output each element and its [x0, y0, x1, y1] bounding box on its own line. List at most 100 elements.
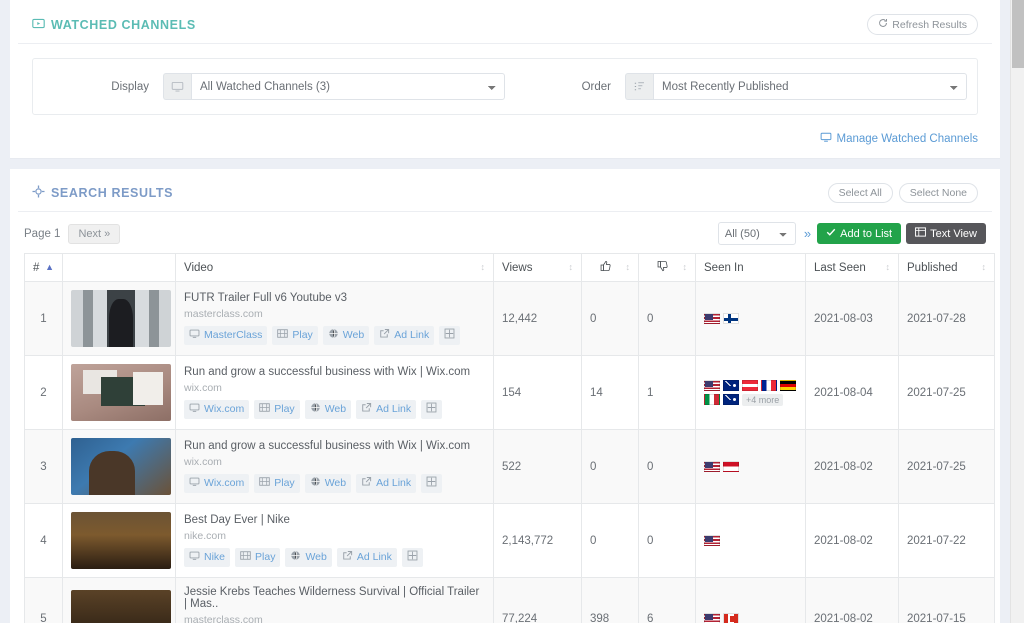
expand-tag[interactable] [439, 326, 460, 345]
column-header-video[interactable]: Video ↕ [176, 254, 494, 282]
published-value: 2021-07-22 [899, 504, 995, 578]
scrollbar-thumb[interactable] [1012, 0, 1024, 68]
column-header-dislikes[interactable]: ↕ [639, 254, 696, 282]
likes-value: 0 [582, 430, 639, 504]
ad-link-tag[interactable]: Ad Link [374, 326, 434, 345]
column-header-thumbnail [63, 254, 176, 282]
channel-tag[interactable]: Wix.com [184, 400, 249, 419]
column-header-num[interactable]: # ▲ [25, 254, 63, 282]
monitor-icon [163, 73, 191, 100]
monitor-icon [189, 328, 200, 343]
ad-link-tag[interactable]: Ad Link [356, 400, 416, 419]
thumbs-up-icon [600, 260, 612, 275]
last-seen-value: 2021-08-02 [806, 578, 899, 623]
table-row[interactable]: 2 Run and grow a successful business wit… [25, 356, 995, 430]
play-tag[interactable]: Play [235, 548, 280, 567]
channel-tag[interactable]: Nike [184, 548, 230, 567]
channel-tag[interactable]: MasterClass [184, 326, 267, 345]
flag-icon-fi [723, 313, 739, 324]
display-select[interactable]: All Watched Channels (3) [191, 73, 505, 100]
video-thumbnail-cell[interactable] [63, 356, 176, 430]
video-domain: wix.com [184, 456, 485, 468]
order-input-group: Most Recently Published [625, 73, 967, 100]
column-header-seen-in[interactable]: Seen In [696, 254, 806, 282]
next-page-label: Next » [78, 228, 110, 240]
web-tag[interactable]: Web [305, 400, 351, 419]
table-row[interactable]: 1 FUTR Trailer Full v6 Youtube v3 master… [25, 282, 995, 356]
table-row[interactable]: 5 Jessie Krebs Teaches Wilderness Surviv… [25, 578, 995, 623]
seen-in-cell [696, 504, 806, 578]
text-view-button[interactable]: Text View [906, 223, 986, 244]
dislikes-value: 0 [639, 282, 696, 356]
select-all-button[interactable]: Select All [828, 183, 893, 203]
video-thumbnail-cell[interactable] [63, 282, 176, 356]
video-thumbnail[interactable] [71, 590, 171, 623]
play-tag[interactable]: Play [272, 326, 317, 345]
video-thumbnail-cell[interactable] [63, 430, 176, 504]
table-row[interactable]: 3 Run and grow a successful business wit… [25, 430, 995, 504]
page-label: Page 1 [24, 228, 60, 240]
video-title[interactable]: Run and grow a successful business with … [184, 366, 485, 378]
video-title[interactable]: Run and grow a successful business with … [184, 440, 485, 452]
last-seen-value: 2021-08-03 [806, 282, 899, 356]
video-title[interactable]: Jessie Krebs Teaches Wilderness Survival… [184, 586, 485, 610]
refresh-results-button[interactable]: Refresh Results [867, 14, 978, 35]
expand-grid-icon [426, 476, 437, 491]
column-header-views[interactable]: Views ↕ [494, 254, 582, 282]
video-title[interactable]: Best Day Ever | Nike [184, 514, 485, 526]
film-icon [240, 550, 251, 565]
video-thumbnail-cell[interactable] [63, 504, 176, 578]
video-thumbnail[interactable] [71, 364, 171, 421]
external-link-icon [342, 550, 353, 565]
monitor-icon [189, 550, 200, 565]
flag-icon-de [780, 380, 796, 391]
expand-tag[interactable] [421, 474, 442, 493]
order-select[interactable]: Most Recently Published [653, 73, 967, 100]
expand-tag[interactable] [402, 548, 423, 567]
text-view-label: Text View [930, 228, 977, 240]
more-flags-badge[interactable]: +4 more [742, 394, 783, 406]
order-filter-group: Order Most Recently Published [505, 73, 967, 100]
manage-watched-channels-link[interactable]: Manage Watched Channels [820, 131, 979, 146]
next-page-button[interactable]: Next » [68, 224, 120, 244]
rows-count-select[interactable]: All (50) [718, 222, 796, 245]
table-row[interactable]: 4 Best Day Ever | Nike nike.com Nike Pla… [25, 504, 995, 578]
video-info-cell: FUTR Trailer Full v6 Youtube v3 mastercl… [176, 282, 494, 356]
video-thumbnail[interactable] [71, 512, 171, 569]
web-tag[interactable]: Web [305, 474, 351, 493]
column-header-last-seen-label: Last Seen [814, 262, 866, 274]
video-thumbnail[interactable] [71, 290, 171, 347]
video-thumbnail[interactable] [71, 438, 171, 495]
web-tag[interactable]: Web [285, 548, 331, 567]
select-none-button[interactable]: Select None [899, 183, 978, 203]
video-title[interactable]: FUTR Trailer Full v6 Youtube v3 [184, 292, 485, 304]
video-info-cell: Best Day Ever | Nike nike.com Nike Play … [176, 504, 494, 578]
channel-tag[interactable]: Wix.com [184, 474, 249, 493]
web-tag[interactable]: Web [323, 326, 369, 345]
column-header-likes[interactable]: ↕ [582, 254, 639, 282]
double-chevron-right-icon[interactable]: » [801, 226, 812, 241]
play-tag[interactable]: Play [254, 400, 299, 419]
refresh-results-label: Refresh Results [892, 19, 967, 31]
play-tag[interactable]: Play [254, 474, 299, 493]
ad-link-tag[interactable]: Ad Link [356, 474, 416, 493]
country-flags [704, 461, 797, 472]
expand-grid-icon [407, 550, 418, 565]
country-flags: +4 more [704, 380, 797, 406]
flag-icon-us [704, 613, 720, 623]
video-info-cell: Run and grow a successful business with … [176, 356, 494, 430]
search-results-header: SEARCH RESULTS Select All Select None [18, 169, 992, 212]
column-header-published[interactable]: Published ↕ [899, 254, 995, 282]
published-value: 2021-07-28 [899, 282, 995, 356]
video-thumbnail-cell[interactable] [63, 578, 176, 623]
results-toolbar: Page 1 Next » All (50) » Add to List [10, 212, 1000, 253]
page-scrollbar[interactable] [1010, 0, 1024, 623]
column-header-last-seen[interactable]: Last Seen ↕ [806, 254, 899, 282]
video-domain: nike.com [184, 530, 485, 542]
ad-link-tag[interactable]: Ad Link [337, 548, 397, 567]
expand-tag[interactable] [421, 400, 442, 419]
add-to-list-button[interactable]: Add to List [817, 223, 901, 244]
watched-channels-title-group: WATCHED CHANNELS [32, 17, 196, 33]
last-seen-value: 2021-08-02 [806, 504, 899, 578]
video-tags: Wix.com Play Web Ad Link [184, 400, 485, 419]
